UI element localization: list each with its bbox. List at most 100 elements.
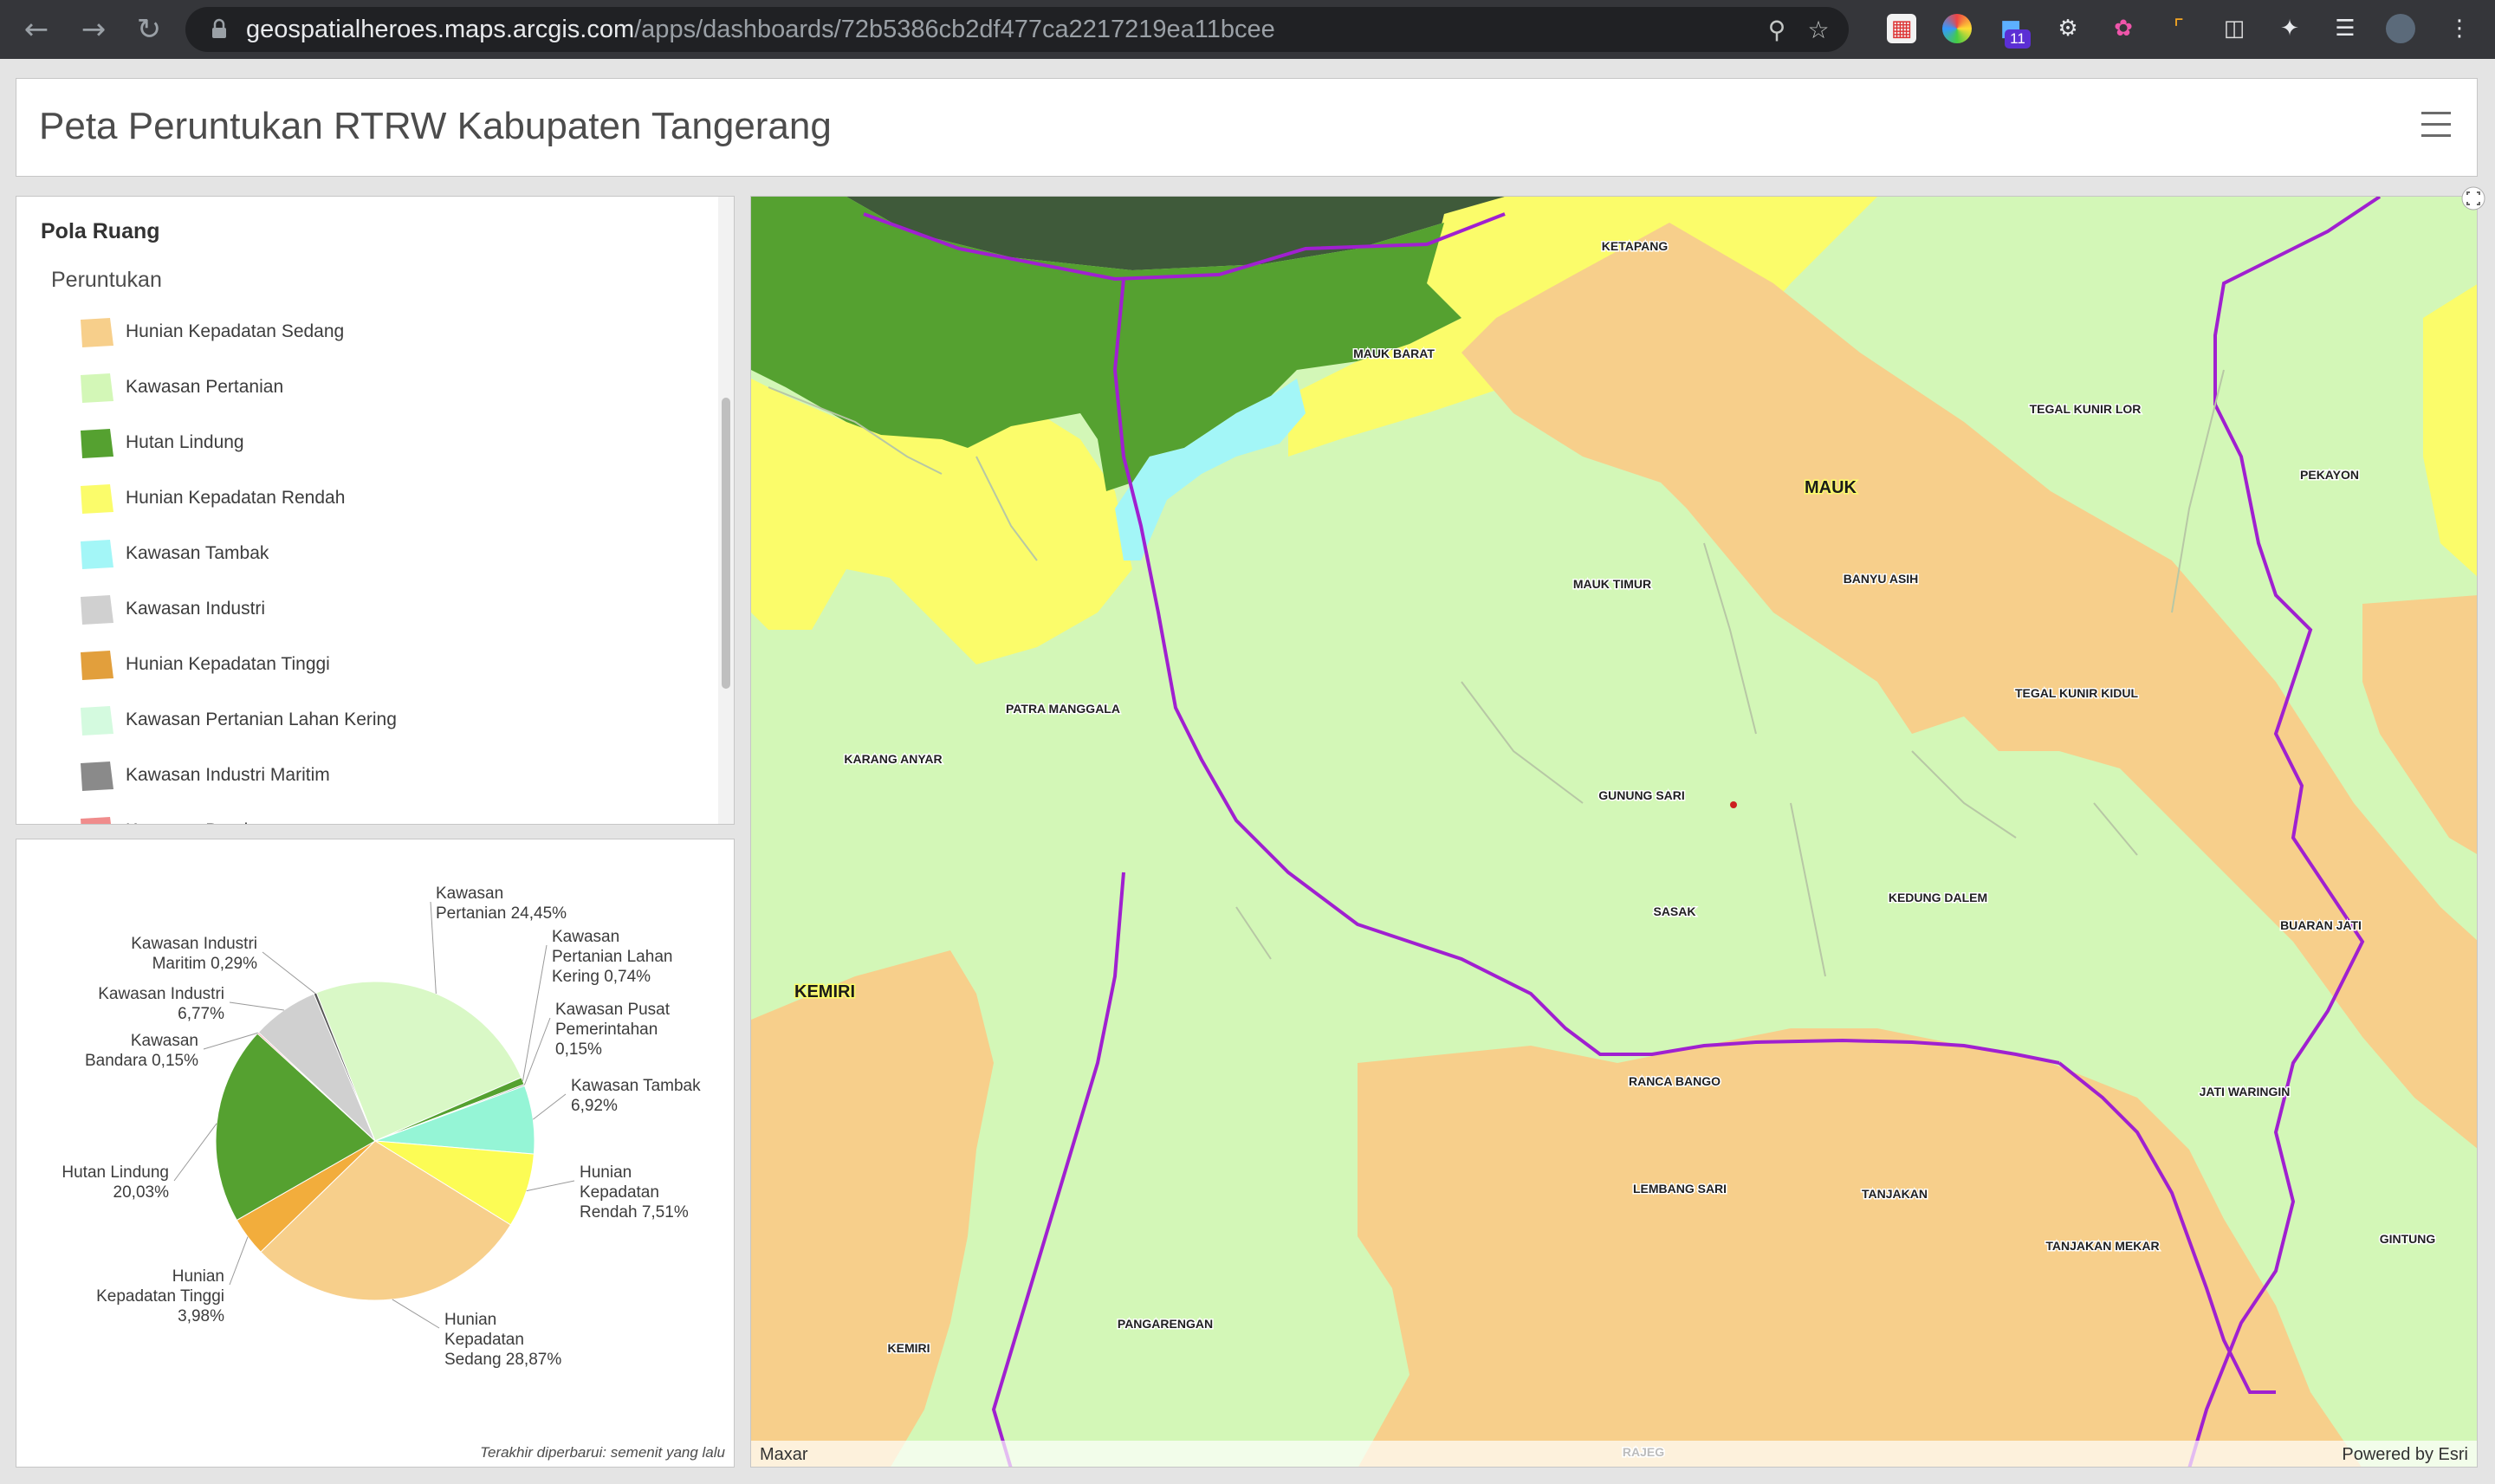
- legend-item: Kawasan Industri: [62, 586, 668, 630]
- pie-label: Kawasan Pusat Pemerintahan 0,15%: [555, 1001, 671, 1059]
- legend-swatch: [81, 651, 113, 680]
- media-control-icon[interactable]: ☰: [2330, 14, 2360, 43]
- extension-color-icon[interactable]: ✿: [2109, 14, 2138, 43]
- legend-scrollbar-thumb[interactable]: [722, 398, 730, 689]
- url-text: geospatialheroes.maps.arcgis.com/apps/da…: [246, 16, 1275, 43]
- legend-item: Kawasan Bandara: [62, 808, 668, 824]
- map-place-label: KEMIRI: [888, 1341, 930, 1355]
- pie-leader-line: [526, 1180, 575, 1192]
- legend-swatch: [81, 817, 111, 824]
- map-place-label: SASAK: [1653, 904, 1695, 918]
- legend-layer-name: Peruntukan: [51, 268, 162, 292]
- zone-hunian-sedang-east: [2362, 595, 2477, 854]
- menu-icon[interactable]: [2421, 112, 2451, 138]
- legend-item: Hutan Lindung: [62, 420, 668, 463]
- pie-label: Kawasan Tambak 6,92%: [571, 1077, 701, 1115]
- map-place-label: KEDUNG DALEM: [1889, 891, 1987, 904]
- pie-leader-line: [262, 951, 316, 994]
- pie-leader-line: [522, 944, 548, 1081]
- lock-icon: [212, 18, 226, 38]
- map-place-label: TANJAKAN MEKAR: [2045, 1239, 2159, 1253]
- pie-leader-line: [392, 1299, 440, 1329]
- map-attribution: Maxar Powered by Esri: [751, 1441, 2477, 1467]
- pie-label: Kawasan Bandara 0,15%: [85, 1032, 198, 1070]
- legend-item-label: Kawasan Pertanian: [126, 377, 284, 397]
- legend-item-label: Hunian Kepadatan Sedang: [126, 321, 345, 341]
- zoom-icon[interactable]: ⚲: [1764, 17, 1790, 43]
- legend-item: Hunian Kepadatan Rendah: [62, 476, 668, 519]
- zone-bandara-dot: [1730, 801, 1737, 808]
- extension-gear-icon[interactable]: ⚙: [2053, 14, 2083, 43]
- legend-scrollbar[interactable]: [718, 197, 734, 824]
- legend-swatch: [81, 761, 113, 791]
- legend-item-label: Hunian Kepadatan Rendah: [126, 488, 346, 508]
- legend-item-label: Kawasan Tambak: [126, 543, 269, 563]
- map-place-label: TANJAKAN: [1862, 1187, 1928, 1201]
- extension-badge: 11: [2005, 29, 2031, 49]
- legend-panel: Pola Ruang Peruntukan Hunian Kepadatan S…: [16, 196, 735, 825]
- map-place-label: BUARAN JATI: [2280, 918, 2362, 932]
- pie-chart-panel: Kawasan Pertanian 24,45% Kawasan Pertanian …: [16, 839, 735, 1468]
- map-place-label: MAUK: [1805, 478, 1857, 497]
- dashboard-header: Peta Peruntukan RTRW Kabupaten Tangerang: [16, 78, 2478, 177]
- last-updated-text: Terakhir diperbarui: semenit yang lalu: [480, 1444, 725, 1461]
- legend-swatch: [81, 318, 113, 347]
- pie-chart: Kawasan Pertanian 24,45% Kawasan Pertanian …: [62, 885, 701, 1369]
- extension-window-icon[interactable]: ◫: [2220, 14, 2249, 43]
- browser-menu-icon[interactable]: ⋮: [2445, 14, 2474, 43]
- extension-ruler-icon[interactable]: ⌜: [2164, 14, 2194, 43]
- pie-label: Kawasan Industri Maritim 0,29%: [131, 935, 257, 973]
- legend-swatch: [81, 373, 113, 403]
- map-place-label: TEGAL KUNIR KIDUL: [2015, 686, 2139, 700]
- map-place-label: RANCA BANGO: [1629, 1074, 1721, 1088]
- map-place-label: PEKAYON: [2300, 468, 2359, 482]
- extension-calendar-icon[interactable]: ▦: [1887, 14, 1916, 43]
- pie-label: Hutan Lindung 20,03%: [62, 1163, 169, 1202]
- map-place-label: GUNUNG SARI: [1598, 788, 1685, 802]
- legend-item: Hunian Kepadatan Sedang: [62, 309, 668, 353]
- legend-item: Kawasan Industri Maritim: [62, 753, 668, 796]
- profile-avatar[interactable]: [2386, 14, 2415, 43]
- back-arrow-icon[interactable]: ←: [17, 10, 55, 49]
- legend-swatch: [81, 540, 113, 569]
- map-place-label: MAUK BARAT: [1353, 347, 1435, 360]
- legend-item-label: Kawasan Bandara: [126, 820, 275, 824]
- legend-swatch: [81, 484, 113, 514]
- extension-circle-icon[interactable]: [1942, 14, 1972, 43]
- map-place-label: MAUK TIMUR: [1573, 577, 1651, 591]
- legend-item: Hunian Kepadatan Tinggi: [62, 642, 668, 685]
- legend-item: Kawasan Tambak: [62, 531, 668, 574]
- extensions-puzzle-icon[interactable]: ✦: [2275, 14, 2304, 43]
- legend-swatch: [81, 429, 113, 458]
- browser-toolbar: ← → ↻ geospatialheroes.maps.arcgis.com/a…: [0, 0, 2495, 59]
- pie-label: Kawasan Industri 6,77%: [98, 985, 224, 1023]
- address-bar[interactable]: geospatialheroes.maps.arcgis.com/apps/da…: [185, 7, 1849, 52]
- powered-by-esri[interactable]: Powered by Esri: [2342, 1445, 2468, 1465]
- forward-arrow-icon[interactable]: →: [75, 10, 113, 49]
- legend-swatch: [81, 595, 113, 625]
- legend-item-label: Kawasan Industri Maritim: [126, 765, 330, 785]
- reload-icon[interactable]: ↻: [130, 10, 168, 49]
- zone-hunian-sedang-west: [751, 950, 994, 1467]
- expand-map-icon[interactable]: [2460, 185, 2486, 211]
- map-place-label: KETAPANG: [1602, 239, 1669, 253]
- map-place-label: PATRA MANGGALA: [1006, 702, 1120, 716]
- page-title: Peta Peruntukan RTRW Kabupaten Tangerang: [39, 105, 832, 147]
- map-place-label: KEMIRI: [794, 982, 855, 1001]
- legend-item: Kawasan Pertanian Lahan Kering: [62, 697, 668, 741]
- bookmark-star-icon[interactable]: ☆: [1805, 17, 1831, 43]
- map-place-label: BANYU ASIH: [1844, 572, 1919, 586]
- legend-title: Pola Ruang: [41, 219, 160, 243]
- zone-hunian-sedang-mauk: [1461, 223, 2477, 1149]
- map-view[interactable]: KETAPANG MAUK BARAT MAUK TEGAL KUNIR LOR PEK…: [750, 196, 2478, 1468]
- pie-label: Hunian Kepadatan Sedang 28,87%: [444, 1311, 561, 1369]
- zone-hunian-rendah-east: [2423, 284, 2477, 577]
- pie-leader-line: [533, 1093, 567, 1120]
- map-place-label: TEGAL KUNIR LOR: [2030, 402, 2142, 416]
- map-canvas[interactable]: KETAPANG MAUK BARAT MAUK TEGAL KUNIR LOR PEK…: [751, 197, 2478, 1468]
- pie-label: Hunian Kepadatan Rendah 7,51%: [580, 1163, 689, 1222]
- legend-item: Kawasan Pertanian: [62, 365, 668, 408]
- pie-leader-line: [229, 1236, 249, 1286]
- pie-label: Kawasan Pertanian 24,45%: [436, 885, 567, 923]
- pie-label: Kawasan Pertanian Lahan Kering 0,74%: [552, 928, 672, 986]
